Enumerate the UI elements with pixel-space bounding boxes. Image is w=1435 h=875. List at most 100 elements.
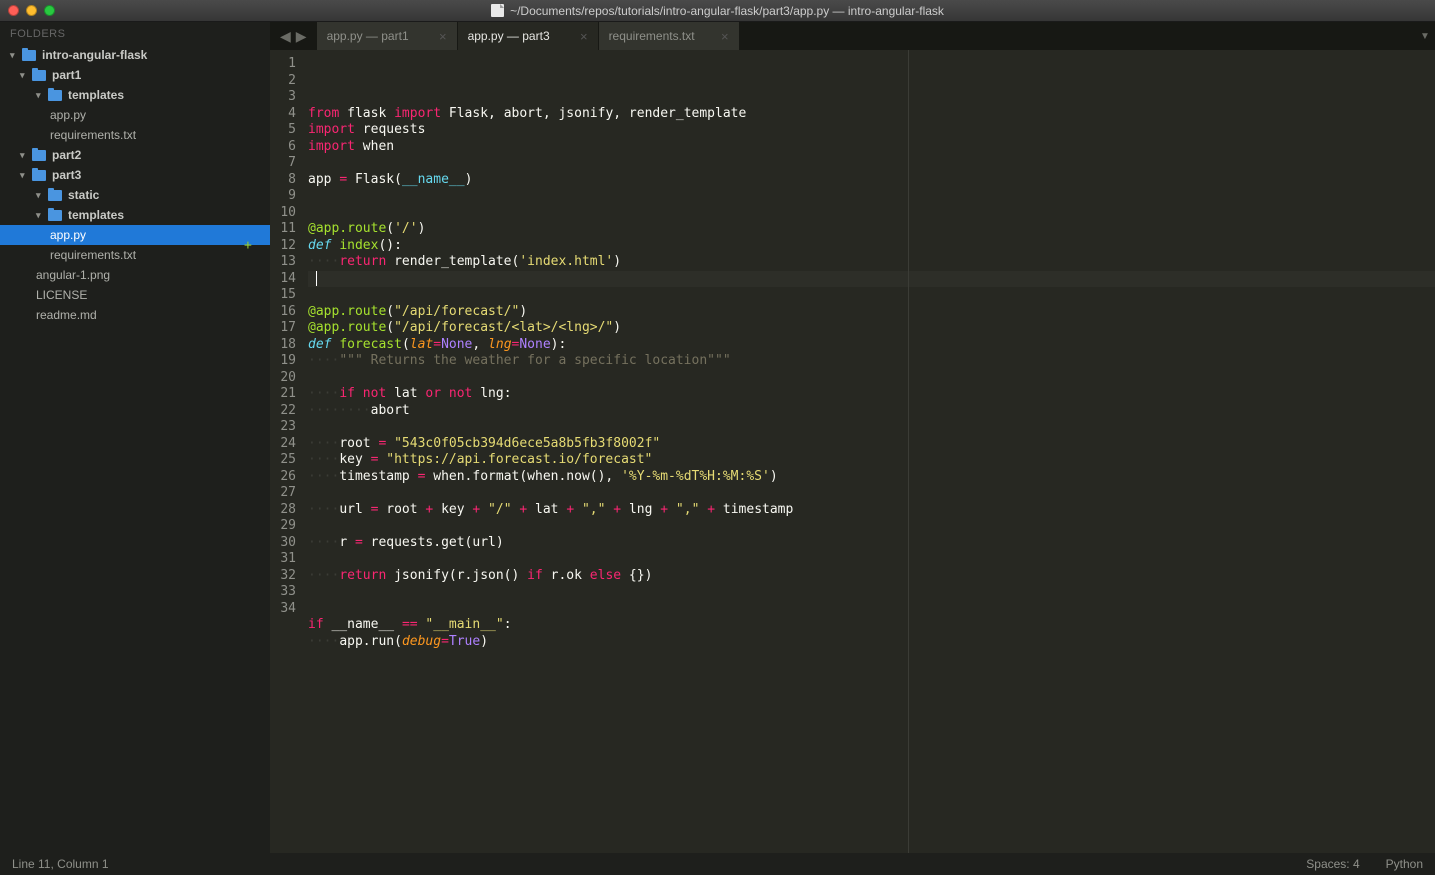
code-line[interactable]: ····timestamp = when.format(when.now(), …	[308, 469, 1435, 486]
close-window-button[interactable]	[8, 5, 19, 16]
tree-item-label: app.py	[50, 108, 86, 122]
code-line[interactable]: ····r = requests.get(url)	[308, 535, 1435, 552]
line-number: 24	[270, 436, 296, 453]
code-line[interactable]: ····root = "543c0f05cb394d6ece5a8b5fb3f8…	[308, 436, 1435, 453]
code-content[interactable]: from flask import Flask, abort, jsonify,…	[304, 50, 1435, 853]
folder-item[interactable]: ▾ static	[0, 185, 270, 205]
status-cursor-position[interactable]: Line 11, Column 1	[12, 857, 109, 871]
minimize-window-button[interactable]	[26, 5, 37, 16]
code-line[interactable]	[308, 188, 1435, 205]
tab-overflow-icon[interactable]: ▼	[1415, 22, 1435, 50]
folder-item[interactable]: ▾templates	[0, 85, 270, 105]
tab-nav-forward-icon[interactable]: ▶	[294, 28, 309, 45]
code-line[interactable]	[308, 485, 1435, 502]
tree-item-label: readme.md	[36, 308, 97, 322]
tab-nav-back-icon[interactable]: ◀	[278, 28, 293, 45]
code-line[interactable]: ····if not lat or not lng:	[308, 386, 1435, 403]
line-number: 25	[270, 452, 296, 469]
code-line[interactable]	[308, 584, 1435, 601]
code-line[interactable]: if __name__ == "__main__":	[308, 617, 1435, 634]
status-indent-setting[interactable]: Spaces: 4	[1306, 857, 1359, 871]
code-line[interactable]	[308, 287, 1435, 304]
expand-arrow-icon: ▾	[36, 190, 46, 201]
code-line[interactable]	[308, 551, 1435, 568]
line-number: 16	[270, 304, 296, 321]
code-editor[interactable]: 1234567891011+12131415161718192021222324…	[270, 50, 1435, 853]
line-number-gutter: 1234567891011+12131415161718192021222324…	[270, 50, 304, 853]
tab-close-icon[interactable]: ×	[570, 29, 588, 44]
code-line[interactable]: from flask import Flask, abort, jsonify,…	[308, 106, 1435, 123]
folder-item[interactable]: ▾ part1	[0, 65, 270, 85]
code-line[interactable]: @app.route("/api/forecast/<lat>/<lng>/")	[308, 320, 1435, 337]
code-line[interactable]: @app.route("/api/forecast/")	[308, 304, 1435, 321]
titlebar: ~/Documents/repos/tutorials/intro-angula…	[0, 0, 1435, 22]
file-item[interactable]: requirements.txt	[0, 245, 270, 265]
tree-item-label: requirements.txt	[50, 128, 136, 142]
line-number: 26	[270, 469, 296, 486]
status-language[interactable]: Python	[1386, 857, 1423, 871]
tab-label: requirements.txt	[609, 29, 695, 43]
file-item[interactable]: app.py	[0, 225, 270, 245]
code-line[interactable]	[308, 419, 1435, 436]
code-line[interactable]: import requests	[308, 122, 1435, 139]
code-line[interactable]: ····return render_template('index.html')	[308, 254, 1435, 271]
tab-close-icon[interactable]: ×	[711, 29, 729, 44]
file-item[interactable]: angular-1.png	[0, 265, 270, 285]
code-line[interactable]	[308, 205, 1435, 222]
file-item[interactable]: readme.md	[0, 305, 270, 325]
line-number: 9	[270, 188, 296, 205]
code-line[interactable]: def index():	[308, 238, 1435, 255]
line-number: 10	[270, 205, 296, 222]
code-line[interactable]: import when	[308, 139, 1435, 156]
folder-item[interactable]: ▾intro-angular-flask	[0, 45, 270, 65]
line-number: 30	[270, 535, 296, 552]
file-tree: ▾intro-angular-flask▾part1▾templatesapp.…	[0, 45, 270, 325]
code-line[interactable]	[308, 518, 1435, 535]
line-number: 27	[270, 485, 296, 502]
code-line[interactable]: ····key = "https://api.forecast.io/forec…	[308, 452, 1435, 469]
file-item[interactable]: app.py	[0, 105, 270, 125]
tree-item-label: part2	[52, 148, 81, 162]
code-line[interactable]	[308, 650, 1435, 667]
maximize-window-button[interactable]	[44, 5, 55, 16]
line-number: 20	[270, 370, 296, 387]
line-number: 33	[270, 584, 296, 601]
line-number: 7	[270, 155, 296, 172]
code-line[interactable]: app = Flask(__name__)	[308, 172, 1435, 189]
line-number: +12	[270, 238, 296, 255]
code-line[interactable]: def forecast(lat=None, lng=None):	[308, 337, 1435, 354]
code-line[interactable]: @app.route('/')	[308, 221, 1435, 238]
editor-tab[interactable]: app.py — part3×	[458, 22, 598, 50]
code-line[interactable]: ····app.run(debug=True)	[308, 634, 1435, 651]
folder-icon	[32, 170, 46, 181]
code-line[interactable]	[308, 370, 1435, 387]
folder-item[interactable]: ▾ part3	[0, 165, 270, 185]
tree-item-label: templates	[68, 208, 124, 222]
folder-item[interactable]: ▾ templates	[0, 205, 270, 225]
code-line[interactable]	[308, 155, 1435, 172]
code-line[interactable]	[308, 271, 1435, 288]
code-line[interactable]: ····""" Returns the weather for a specif…	[308, 353, 1435, 370]
tree-item-label: static	[68, 188, 99, 202]
code-line[interactable]: ········abort	[308, 403, 1435, 420]
expand-arrow-icon: ▾	[20, 150, 30, 161]
code-line[interactable]: ····url = root + key + "/" + lat + "," +…	[308, 502, 1435, 519]
tab-close-icon[interactable]: ×	[429, 29, 447, 44]
code-line[interactable]	[308, 601, 1435, 618]
tree-item-label: part1	[52, 68, 81, 82]
code-line[interactable]: ····return jsonify(r.json() if r.ok else…	[308, 568, 1435, 585]
tree-item-label: app.py	[50, 228, 86, 242]
expand-arrow-icon: ▾	[20, 70, 30, 81]
file-item[interactable]: requirements.txt	[0, 125, 270, 145]
tab-label: app.py — part1	[327, 29, 409, 43]
folder-icon	[48, 90, 62, 101]
editor-tab[interactable]: requirements.txt ×	[599, 22, 739, 50]
expand-arrow-icon: ▾	[36, 210, 46, 221]
tree-item-label: part3	[52, 168, 81, 182]
tree-item-label: LICENSE	[36, 288, 87, 302]
expand-arrow-icon: ▾	[20, 170, 30, 181]
folder-item[interactable]: ▾ part2	[0, 145, 270, 165]
editor-tab[interactable]: app.py — part1 ×	[317, 22, 457, 50]
file-item[interactable]: LICENSE	[0, 285, 270, 305]
folder-icon	[48, 190, 62, 201]
